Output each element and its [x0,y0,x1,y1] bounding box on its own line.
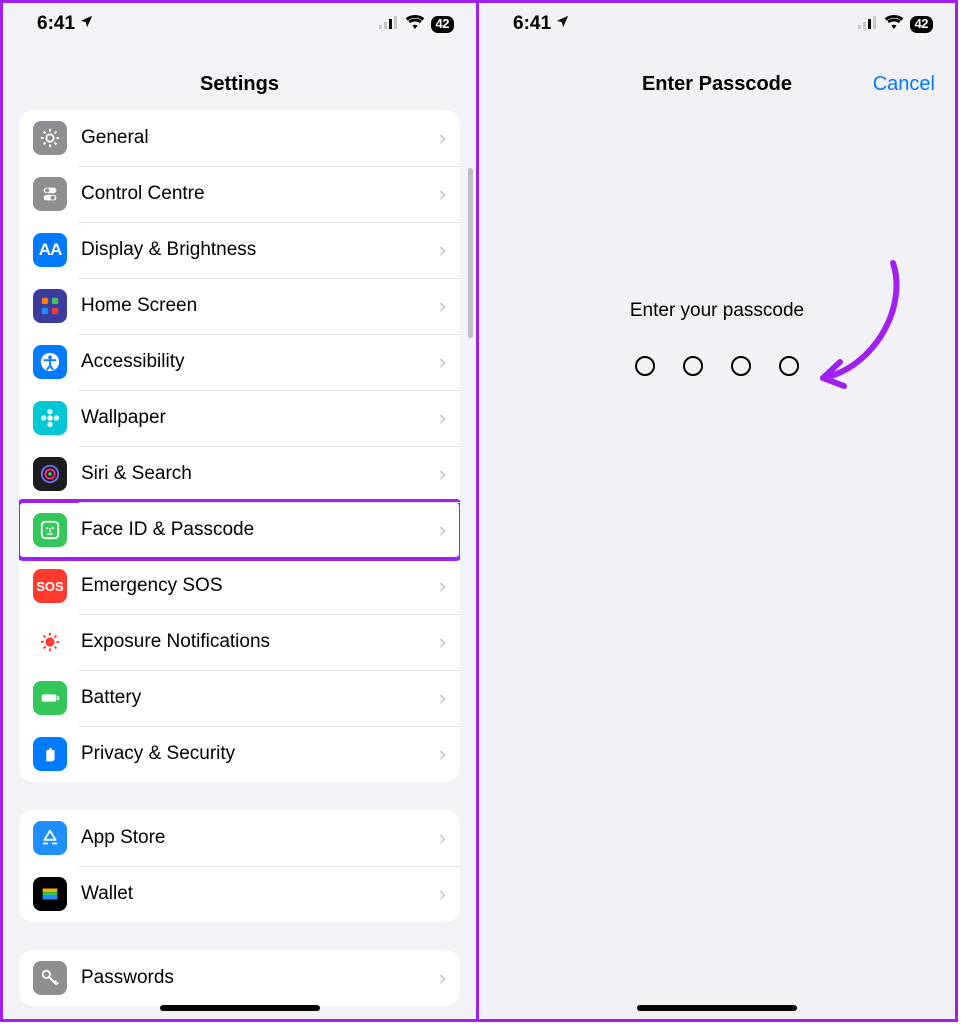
settings-row-emergency-sos[interactable]: SOS Emergency SOS › [19,558,460,614]
passcode-prompt: Enter your passcode [479,300,955,322]
aa-icon: AA [33,233,67,267]
settings-row-exposure[interactable]: Exposure Notifications › [19,614,460,670]
passcode-dot [683,356,703,376]
chevron-right-icon: › [439,825,446,851]
grid-icon [33,289,67,323]
row-label: Face ID & Passcode [81,519,433,541]
row-label: Wallet [81,883,433,905]
row-label: Emergency SOS [81,575,433,597]
flower-icon [33,401,67,435]
status-time: 6:41 [37,13,75,35]
chevron-right-icon: › [439,517,446,543]
chevron-right-icon: › [439,461,446,487]
passcode-dot [731,356,751,376]
page-title: Settings [3,37,476,110]
battery-icon [33,681,67,715]
chevron-right-icon: › [439,741,446,767]
row-label: App Store [81,827,433,849]
exposure-icon [33,625,67,659]
accessibility-icon [33,345,67,379]
battery-icon: 42 [910,16,933,33]
home-indicator[interactable] [160,1005,320,1011]
row-label: Exposure Notifications [81,631,433,653]
battery-icon: 42 [431,16,454,33]
settings-row-wallet[interactable]: Wallet › [19,866,460,922]
key-icon [33,961,67,995]
row-label: Control Centre [81,183,433,205]
home-indicator[interactable] [637,1005,797,1011]
row-label: General [81,127,433,149]
settings-row-wallpaper[interactable]: Wallpaper › [19,390,460,446]
passcode-dot [779,356,799,376]
wallet-icon [33,877,67,911]
faceid-icon [33,513,67,547]
row-label: Privacy & Security [81,743,433,765]
settings-row-general[interactable]: General › [19,110,460,166]
chevron-right-icon: › [439,125,446,151]
cellular-icon [858,13,878,35]
status-bar: 6:41 42 [479,3,955,37]
cancel-button[interactable]: Cancel [873,73,935,96]
settings-row-privacy-security[interactable]: Privacy & Security › [19,726,460,782]
hand-icon [33,737,67,771]
chevron-right-icon: › [439,573,446,599]
status-bar: 6:41 42 [3,3,476,37]
sliders-icon [33,177,67,211]
settings-row-battery[interactable]: Battery › [19,670,460,726]
location-icon [79,13,94,35]
row-label: Display & Brightness [81,239,433,261]
sos-icon: SOS [33,569,67,603]
settings-row-passwords[interactable]: Passwords › [19,950,460,1006]
row-label: Passwords [81,967,433,989]
passcode-dot [635,356,655,376]
phone-settings: 6:41 42 Settings General › Control Centre ›… [0,0,479,1022]
scrollbar[interactable] [468,168,473,338]
settings-row-siri-search[interactable]: Siri & Search › [19,446,460,502]
page-title: Enter Passcode Cancel [479,37,955,110]
gear-icon [33,121,67,155]
cellular-icon [379,13,399,35]
settings-row-app-store[interactable]: App Store › [19,810,460,866]
settings-row-accessibility[interactable]: Accessibility › [19,334,460,390]
row-label: Accessibility [81,351,433,373]
chevron-right-icon: › [439,629,446,655]
phone-passcode: 6:41 42 Enter Passcode Cancel E [479,0,958,1022]
appstore-icon [33,821,67,855]
chevron-right-icon: › [439,965,446,991]
chevron-right-icon: › [439,405,446,431]
chevron-right-icon: › [439,181,446,207]
wifi-icon [884,13,904,35]
chevron-right-icon: › [439,293,446,319]
row-label: Battery [81,687,433,709]
settings-row-face-id-passcode[interactable]: Face ID & Passcode › [19,502,460,558]
status-time: 6:41 [513,13,551,35]
settings-row-home-screen[interactable]: Home Screen › [19,278,460,334]
chevron-right-icon: › [439,237,446,263]
settings-row-control-centre[interactable]: Control Centre › [19,166,460,222]
settings-group: App Store › Wallet › [19,810,460,922]
row-label: Siri & Search [81,463,433,485]
passcode-dots[interactable] [479,356,955,376]
wifi-icon [405,13,425,35]
settings-group: Passwords › [19,950,460,1006]
settings-group: General › Control Centre › AA Display & Brigh… [19,110,460,782]
chevron-right-icon: › [439,349,446,375]
settings-row-display-brightness[interactable]: AA Display & Brightness › [19,222,460,278]
chevron-right-icon: › [439,881,446,907]
row-label: Wallpaper [81,407,433,429]
location-icon [555,13,570,35]
row-label: Home Screen [81,295,433,317]
passcode-title: Enter Passcode [642,73,792,95]
settings-list[interactable]: General › Control Centre › AA Display & Brigh… [3,110,476,1006]
chevron-right-icon: › [439,685,446,711]
siri-icon [33,457,67,491]
